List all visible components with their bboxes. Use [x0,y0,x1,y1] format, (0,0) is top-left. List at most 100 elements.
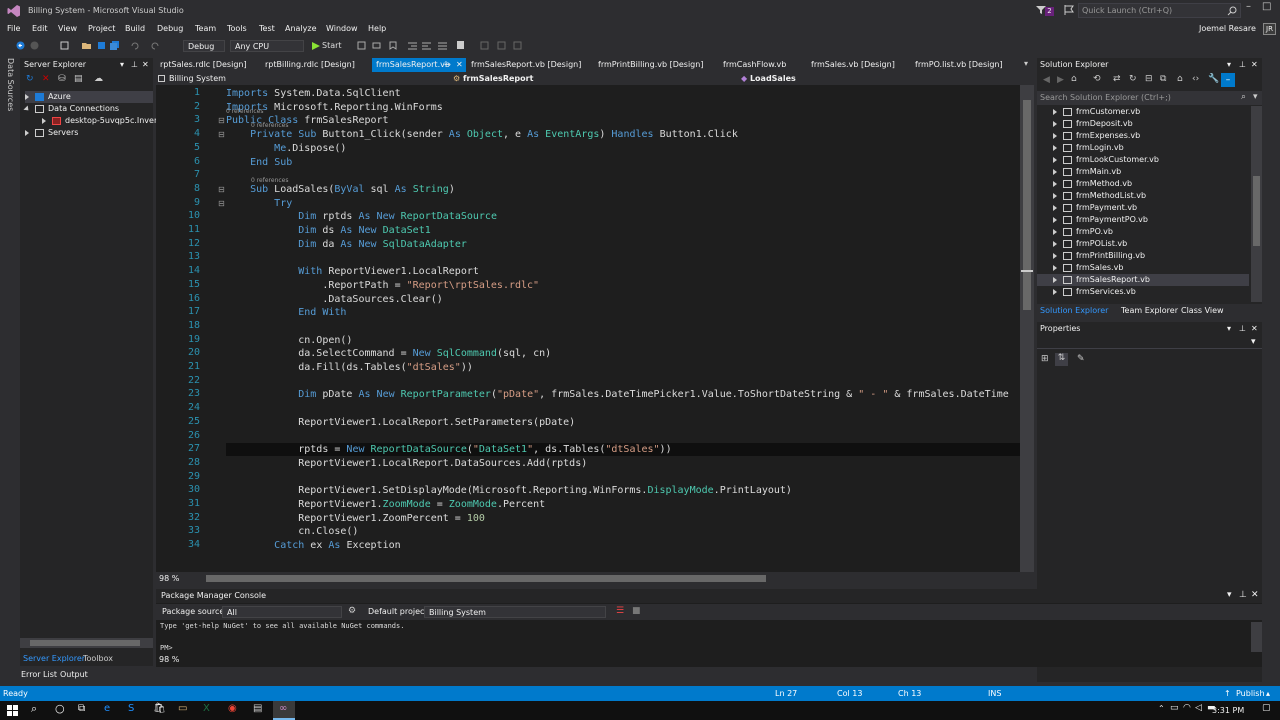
pmc-prompt[interactable]: PM> [160,644,173,652]
code-lens-references[interactable]: 0 references [226,108,264,115]
pin-icon[interactable]: ⊥ [1239,58,1246,72]
save-icon[interactable] [97,41,107,50]
property-pages-icon[interactable]: ✎ [1077,354,1085,364]
visual-studio-task[interactable]: ∞ [273,701,295,720]
bookmark-clear-icon[interactable] [513,41,523,50]
forward-icon[interactable]: ▶ [1057,75,1064,85]
collapse-region-icon[interactable]: ⊟ [218,130,225,139]
tab-close-icon[interactable]: ✕ [456,58,463,72]
code-line[interactable]: With ReportViewer1.LocalReport [226,265,479,278]
solution-file-item[interactable]: frmSales.vb [1037,262,1249,274]
code-line[interactable]: ReportViewer1.LocalReport.SetParameters(… [226,416,575,429]
solution-file-item[interactable]: frmDeposit.vb [1037,118,1249,130]
default-project-dropdown[interactable]: Billing System [424,606,606,618]
notification-badge[interactable]: 2 [1045,7,1054,16]
code-line[interactable]: End Sub [226,156,292,169]
sync-icon[interactable]: ⟲ [1093,74,1101,84]
code-line[interactable]: Me.Dispose() [226,142,346,155]
new-project-icon[interactable] [60,41,70,50]
view-code-icon[interactable]: ‹› [1192,74,1199,84]
code-line[interactable]: Sub LoadSales(ByVal sql As String) [226,183,455,196]
tab-toolbox[interactable]: Toolbox [83,654,113,663]
stop-refresh-icon[interactable]: ✕ [42,74,50,84]
collapse-region-icon[interactable]: ⊟ [218,185,225,194]
skype-icon[interactable]: S [128,703,134,714]
clock-time[interactable]: 3:31 PM [1212,706,1244,715]
preview-icon[interactable]: ⌂ [1177,74,1183,84]
code-line[interactable]: Dim rptds As New ReportDataSource [226,210,497,223]
code-line[interactable]: .DataSources.Clear() [226,293,442,306]
search-icon[interactable]: ⌕ [1241,92,1246,102]
solution-file-item[interactable]: frmMain.vb [1037,166,1249,178]
expand-arrow-icon[interactable] [1053,204,1057,211]
tab-frmsalesreport-code[interactable]: frmSalesReport.vb ⊸ ✕ [372,58,466,72]
tree-item-azure[interactable]: Azure [25,91,153,103]
refresh-icon[interactable]: ↻ [1129,74,1137,84]
code-line[interactable]: Private Sub Button1_Click(sender As Obje… [226,128,738,141]
code-line[interactable]: ReportViewer1.LocalReport.DataSources.Ad… [226,457,587,470]
browser-link-icon[interactable] [372,41,382,50]
expand-arrow-icon[interactable] [1053,168,1057,175]
close-icon[interactable]: ✕ [1251,322,1258,336]
user-name[interactable]: Joemel Resare [1199,24,1256,33]
menu-project[interactable]: Project [88,24,115,33]
back-icon[interactable]: ◀ [1043,75,1050,85]
expand-arrow-icon[interactable] [1053,288,1057,295]
code-line[interactable]: ReportViewer1.SetDisplayMode(Microsoft.R… [226,484,792,497]
expand-arrow-icon[interactable] [1053,192,1057,199]
pin-icon[interactable]: ⊥ [1239,590,1247,600]
indent-icon[interactable] [408,41,418,50]
server-explorer-hscrollbar[interactable] [20,638,153,648]
undo-icon[interactable] [130,41,140,50]
code-line[interactable]: rptds = New ReportDataSource("DataSet1",… [226,443,1020,457]
clear-console-icon[interactable]: ☰ [616,606,624,616]
code-line[interactable]: Imports System.Data.SqlClient [226,87,401,100]
menu-test[interactable]: Test [259,24,275,33]
volume-icon[interactable]: ◁ [1195,703,1202,713]
tab-pin-icon[interactable]: ⊸ [444,58,451,72]
code-line[interactable]: ReportViewer1.ZoomMode = ZoomMode.Percen… [226,498,545,511]
tab-class-view[interactable]: Class View [1181,306,1224,315]
pin-dropdown-icon[interactable]: ▾ [1227,322,1231,336]
tab-error-list[interactable]: Error List [21,670,57,679]
solution-file-item[interactable]: frmPaymentPO.vb [1037,214,1249,226]
pmc-vscrollbar[interactable] [1251,622,1262,652]
code-line[interactable]: da.Fill(ds.Tables("dtSales")) [226,361,473,374]
code-line[interactable]: cn.Close() [226,525,358,538]
close-icon[interactable]: ✕ [1251,590,1259,600]
home-icon[interactable]: ⌂ [1071,74,1077,84]
collapse-region-icon[interactable]: ⊟ [218,116,225,125]
tab-output[interactable]: Output [60,670,88,679]
code-lens-references[interactable]: 0 references [251,122,289,129]
code-line[interactable]: ReportViewer1.ZoomPercent = 100 [226,512,485,525]
menu-team[interactable]: Team [195,24,216,33]
quick-launch-input[interactable]: Quick Launch (Ctrl+Q) [1078,3,1241,18]
menu-window[interactable]: Window [326,24,358,33]
code-line[interactable]: Dim pDate As New ReportParameter("pDate"… [226,388,1009,401]
bookmark-prev-icon[interactable] [480,41,490,50]
solution-file-item[interactable]: frmCustomer.vb [1037,106,1249,118]
solution-platform-dropdown[interactable]: Any CPU [230,40,304,52]
task-view-icon[interactable]: ⧉ [78,703,85,714]
menu-debug[interactable]: Debug [157,24,183,33]
expand-arrow-icon[interactable] [1053,216,1057,223]
tab-frmsales-design[interactable]: frmSales.vb [Design] [807,58,911,72]
code-line[interactable]: Dim ds As New DataSet1 [226,224,431,237]
collapse-region-icon[interactable]: ⊟ [218,199,225,208]
categorized-icon[interactable]: ⊞ [1041,354,1049,364]
scroll-thumb[interactable] [1023,100,1031,310]
solution-vscrollbar[interactable] [1251,106,1262,302]
action-center-icon[interactable]: ▢ [1262,703,1271,713]
settings-gear-icon[interactable]: ⚙ [348,606,356,616]
collapse-all-icon[interactable]: ⊟ [1145,74,1153,84]
save-all-icon[interactable] [110,41,120,50]
feedback-flag-icon[interactable] [1064,5,1076,15]
solution-search-input[interactable]: Search Solution Explorer (Ctrl+;) ⌕ ▾ [1037,91,1262,105]
code-line[interactable]: Dim da As New SqlDataAdapter [226,238,467,251]
expand-arrow-icon[interactable] [1053,228,1057,235]
menu-help[interactable]: Help [368,24,386,33]
expand-arrow-icon[interactable] [1053,144,1057,151]
tab-server-explorer[interactable]: Server Explorer [23,654,85,663]
tab-team-explorer[interactable]: Team Explorer [1121,306,1178,315]
solution-file-item[interactable]: frmServices.vb [1037,286,1249,298]
